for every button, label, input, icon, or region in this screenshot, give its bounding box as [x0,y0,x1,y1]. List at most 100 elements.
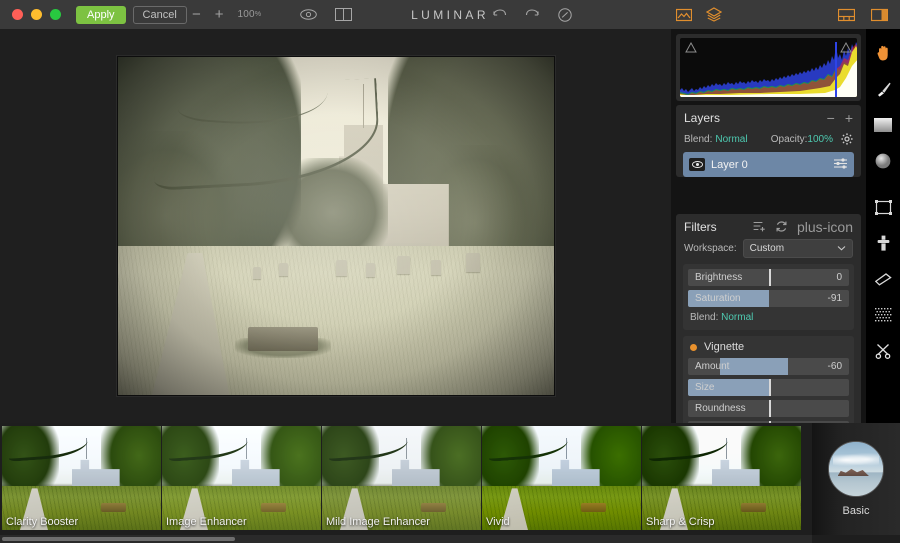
category-thumbnail [828,441,884,497]
zoom-in-button[interactable]: + [215,7,224,22]
filters-panel-header: Filters plus-icon [676,214,861,239]
preset-thumbnail [642,426,801,530]
histogram-bars [680,42,857,97]
gear-icon[interactable] [841,133,853,145]
preset-thumbnail [162,426,321,530]
blend-label: Blend: [684,133,713,145]
preset-list[interactable]: Clarity Booster Image Enhancer Mild Imag… [0,423,812,535]
add-filter-button[interactable]: plus-icon [797,219,853,235]
denoise-tool[interactable] [866,303,900,327]
filmstrip-scrollbar[interactable] [0,535,812,543]
slider-brightness[interactable]: Brightness 0 [688,269,849,286]
slider-label: Brightness [695,272,743,283]
add-layer-button[interactable]: + [845,110,853,126]
side-panel-toggle-icon[interactable] [871,8,888,22]
panel-view-toggles [676,0,722,29]
redo-icon[interactable] [525,8,540,21]
preset-thumbnail [2,426,161,530]
eraser-tool[interactable] [866,267,900,291]
right-panel: Layers − + Blend: Normal Opacity: 100% L… [671,29,866,423]
layers-title: Layers [684,110,721,125]
filter-active-dot-icon [690,343,697,351]
preset-item[interactable]: Sharp & Crisp [642,426,801,530]
minimize-window-button[interactable] [31,9,42,20]
slider-label: Amount [695,361,730,372]
slider-label: Saturation [695,293,741,304]
tool-rail [866,29,900,423]
cancel-button[interactable]: Cancel [132,5,187,24]
edited-photo[interactable] [116,56,555,396]
zoom-controls: − + 100% [192,0,261,29]
preset-label: Image Enhancer [166,516,247,528]
eye-icon[interactable] [689,158,705,171]
layers-view-icon[interactable] [706,7,722,22]
filmstrip-scrollbar-thumb[interactable] [2,537,235,541]
image-view-icon[interactable] [676,8,692,22]
preset-label: Mild Image Enhancer [326,516,430,528]
slider-label: Size [695,382,715,393]
close-window-button[interactable] [12,9,23,20]
eye-icon[interactable] [300,9,317,20]
layer-blend-row: Blend: Normal Opacity: 100% [676,130,861,148]
workspace-label: Workspace: [684,243,737,254]
apply-button[interactable]: Apply [76,5,126,24]
slider-value: -91 [827,293,842,304]
slider-size[interactable]: Size [688,379,849,396]
filter-name: Vignette [704,341,745,353]
preset-category-button[interactable]: Basic [812,423,900,535]
layer-row[interactable]: Layer 0 [683,152,854,177]
zoom-out-button[interactable]: − [192,7,201,22]
slider-saturation[interactable]: Saturation -91 [688,290,849,307]
compare-split-icon[interactable] [335,8,352,21]
image-canvas[interactable] [0,29,671,423]
blend-value[interactable]: Normal [721,312,753,323]
filmstrip-panel-toggle-icon[interactable] [838,8,855,22]
history-icon[interactable] [558,7,572,22]
opacity-label: Opacity: [770,133,808,145]
add-filter-list-icon[interactable] [753,221,766,232]
layout-toggles [838,0,888,29]
filter-group-vignette: Vignette Amount -60 Size Roundness [683,336,854,423]
slider-value: 0 [836,272,842,283]
hand-tool[interactable] [866,41,900,65]
window-controls [12,9,61,20]
workspace-value: Custom [749,243,785,254]
slider-value: -60 [827,361,842,372]
workspace-select[interactable]: Custom [742,239,853,258]
workspace-row: Workspace: Custom [676,239,861,264]
blend-label: Blend: [690,312,719,323]
gradient-tool[interactable] [866,113,900,137]
preset-item[interactable]: Image Enhancer [162,426,321,530]
preset-item[interactable]: Mild Image Enhancer [322,426,481,530]
preset-label: Sharp & Crisp [646,516,715,528]
crop-tool[interactable] [866,195,900,219]
highlight-clipping-triangle [840,42,852,53]
slider-amount[interactable]: Amount -60 [688,358,849,375]
preset-item[interactable]: Clarity Booster [2,426,161,530]
blend-value[interactable]: Normal [715,134,747,145]
vignette-header[interactable]: Vignette [683,336,854,358]
layers-panel: Layers − + Blend: Normal Opacity: 100% L… [676,105,861,177]
preset-item[interactable]: Vivid [482,426,641,530]
clone-stamp-tool[interactable] [866,231,900,255]
filter-group-tone: Brightness 0 Saturation -91 Blend: Norma… [683,264,854,330]
luminar-window: Apply Cancel − + 100% LUMINAR Layers − +… [0,0,900,543]
sliders-icon[interactable] [833,157,848,172]
slider-roundness[interactable]: Roundness [688,400,849,417]
preset-label: Vivid [486,516,510,528]
opacity-value[interactable]: 100% [807,134,833,145]
histogram-plot[interactable] [680,38,857,97]
undo-icon[interactable] [492,8,507,21]
view-controls [300,0,352,29]
preset-thumbnail [482,426,641,530]
maximize-window-button[interactable] [50,9,61,20]
preset-label: Clarity Booster [6,516,79,528]
layers-panel-header: Layers − + [676,105,861,130]
sync-filters-icon[interactable] [775,220,788,233]
brush-tool[interactable] [866,77,900,101]
remove-layer-button[interactable]: − [827,110,835,126]
scissors-tool[interactable] [866,339,900,363]
radial-mask-tool[interactable] [866,149,900,173]
filters-scroll-body[interactable]: Workspace: Custom Brightness 0 Saturatio… [676,239,861,423]
slider-label: Roundness [695,403,746,414]
